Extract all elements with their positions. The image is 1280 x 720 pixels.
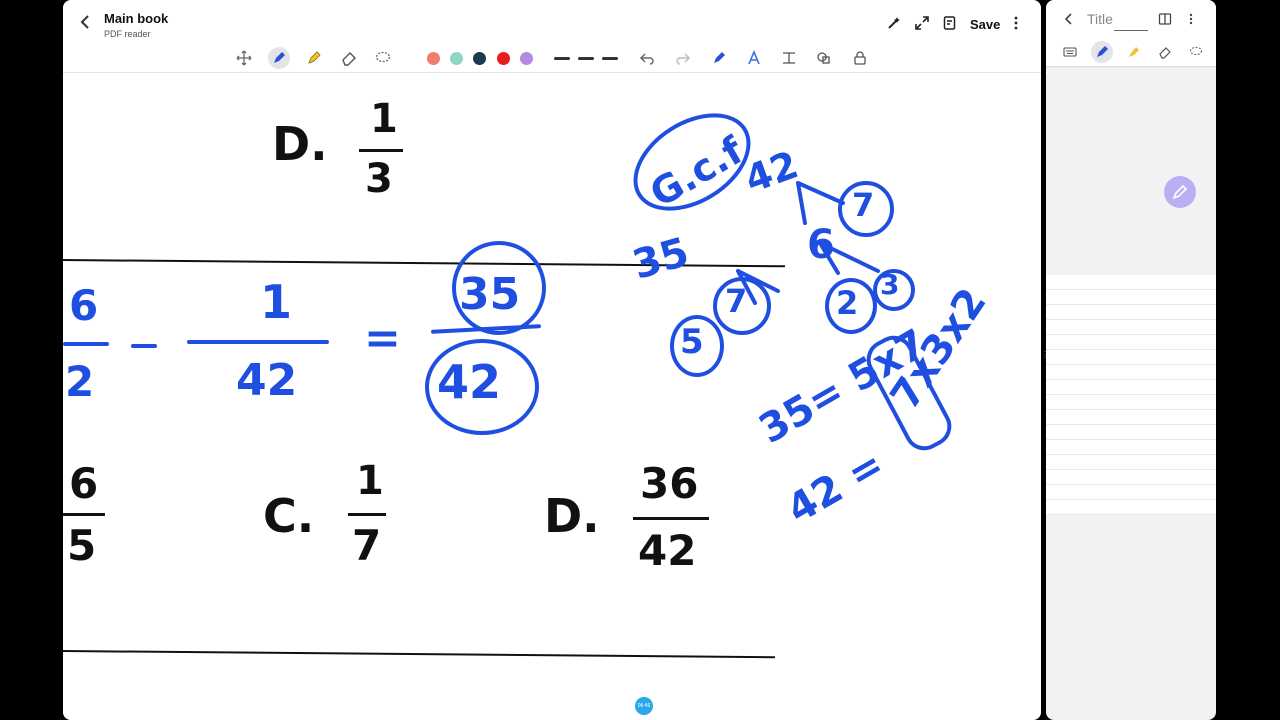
highlighter-icon[interactable] <box>305 49 323 67</box>
move-icon[interactable] <box>235 49 253 67</box>
option-c-denominator: 7 <box>352 521 382 570</box>
option-b-numerator: 6 <box>69 459 99 508</box>
option-d-numerator-top: 1 <box>370 96 398 142</box>
page-title: Main book <box>104 11 169 26</box>
color-swatch-salmon[interactable] <box>427 52 440 65</box>
option-d-denominator-top: 3 <box>365 156 393 202</box>
notes-pane: Main book PDF reader Save D. 1 3 6 5 C. … <box>63 0 1041 720</box>
pen-icon <box>1097 46 1108 57</box>
ink-tree-branches <box>736 181 880 305</box>
stroke-width-1[interactable] <box>554 57 570 60</box>
eraser-icon[interactable] <box>1158 45 1172 59</box>
option-d-letter: D. <box>544 489 600 543</box>
magic-wand-icon[interactable] <box>886 15 902 31</box>
color-swatch-purple[interactable] <box>520 52 533 65</box>
pen-tool[interactable] <box>268 47 290 69</box>
expand-icon[interactable] <box>914 15 930 31</box>
side-panel-title[interactable]: Title <box>1087 11 1113 27</box>
more-options-icon[interactable] <box>1008 15 1024 31</box>
stroke-width-2[interactable] <box>578 57 594 60</box>
back-icon[interactable] <box>1062 12 1076 26</box>
ink-result-denominator: 42 <box>437 355 502 409</box>
redo-icon[interactable] <box>674 49 692 67</box>
ink-minus <box>131 344 157 348</box>
ink-fraction-numerator: 1 <box>260 275 293 329</box>
fraction-bar <box>348 513 386 516</box>
text-box-icon[interactable] <box>780 49 798 67</box>
pen-icon <box>274 52 285 63</box>
ink-result-numerator: 35 <box>459 269 521 320</box>
eraser-icon[interactable] <box>340 49 358 67</box>
lined-note-area[interactable] <box>1046 275 1216 515</box>
pdf-page[interactable]: D. 1 3 6 5 C. 1 7 D. 36 42 6 2 1 42 = 35… <box>63 73 1041 720</box>
ink-tree-5: 5 <box>680 322 704 362</box>
fraction-bar <box>633 517 709 520</box>
pen-settings-icon[interactable] <box>710 49 728 67</box>
undo-icon[interactable] <box>638 49 656 67</box>
time-badge[interactable]: 06:46 <box>635 697 653 715</box>
option-c-letter: C. <box>263 489 315 543</box>
stroke-width-3[interactable] <box>602 57 618 60</box>
color-swatch-red[interactable] <box>497 52 510 65</box>
ink-fraction-denominator: 42 <box>236 355 298 406</box>
pen-icon <box>1172 184 1188 200</box>
top-bar: Main book PDF reader Save <box>63 0 1041 44</box>
option-c-numerator: 1 <box>356 458 384 504</box>
ink-equation-42: 42 = <box>779 441 892 533</box>
option-d-letter-top: D. <box>272 117 328 171</box>
color-swatch-mint[interactable] <box>450 52 463 65</box>
lasso-icon[interactable] <box>1189 45 1203 59</box>
save-button[interactable]: Save <box>970 17 1000 32</box>
floating-pen-button[interactable] <box>1164 176 1196 208</box>
option-b-denominator: 5 <box>67 521 97 570</box>
option-d-numerator: 36 <box>640 459 699 508</box>
text-style-icon[interactable] <box>745 49 763 67</box>
ink-denominator: 2 <box>65 357 95 406</box>
fraction-bar <box>359 149 403 152</box>
side-notes-pane: Title <box>1046 0 1216 720</box>
pen-tool[interactable] <box>1091 41 1113 63</box>
option-d-denominator: 42 <box>638 526 697 575</box>
side-panel-header: Title <box>1046 0 1216 67</box>
pane-splitter[interactable]: ⋮ <box>1041 350 1049 366</box>
color-swatch-navy[interactable] <box>473 52 486 65</box>
ink-fraction-bar <box>187 340 329 344</box>
page-settings-icon[interactable] <box>942 15 958 31</box>
lock-icon[interactable] <box>851 49 869 67</box>
divider-line-2 <box>63 650 775 659</box>
keyboard-icon[interactable] <box>1063 45 1077 59</box>
back-icon[interactable] <box>77 13 95 31</box>
page-subtitle: PDF reader <box>104 29 151 39</box>
lasso-icon[interactable] <box>374 49 392 67</box>
shapes-icon[interactable] <box>815 49 833 67</box>
ink-fraction-bar <box>63 342 109 346</box>
highlighter-icon[interactable] <box>1127 45 1141 59</box>
fraction-bar <box>63 513 105 516</box>
drawing-toolbar <box>63 44 1041 73</box>
ink-numerator: 6 <box>69 281 99 330</box>
more-options-icon[interactable] <box>1184 12 1198 26</box>
ink-equals: = <box>364 313 401 364</box>
title-underline <box>1114 30 1148 31</box>
split-view-icon[interactable] <box>1158 12 1172 26</box>
